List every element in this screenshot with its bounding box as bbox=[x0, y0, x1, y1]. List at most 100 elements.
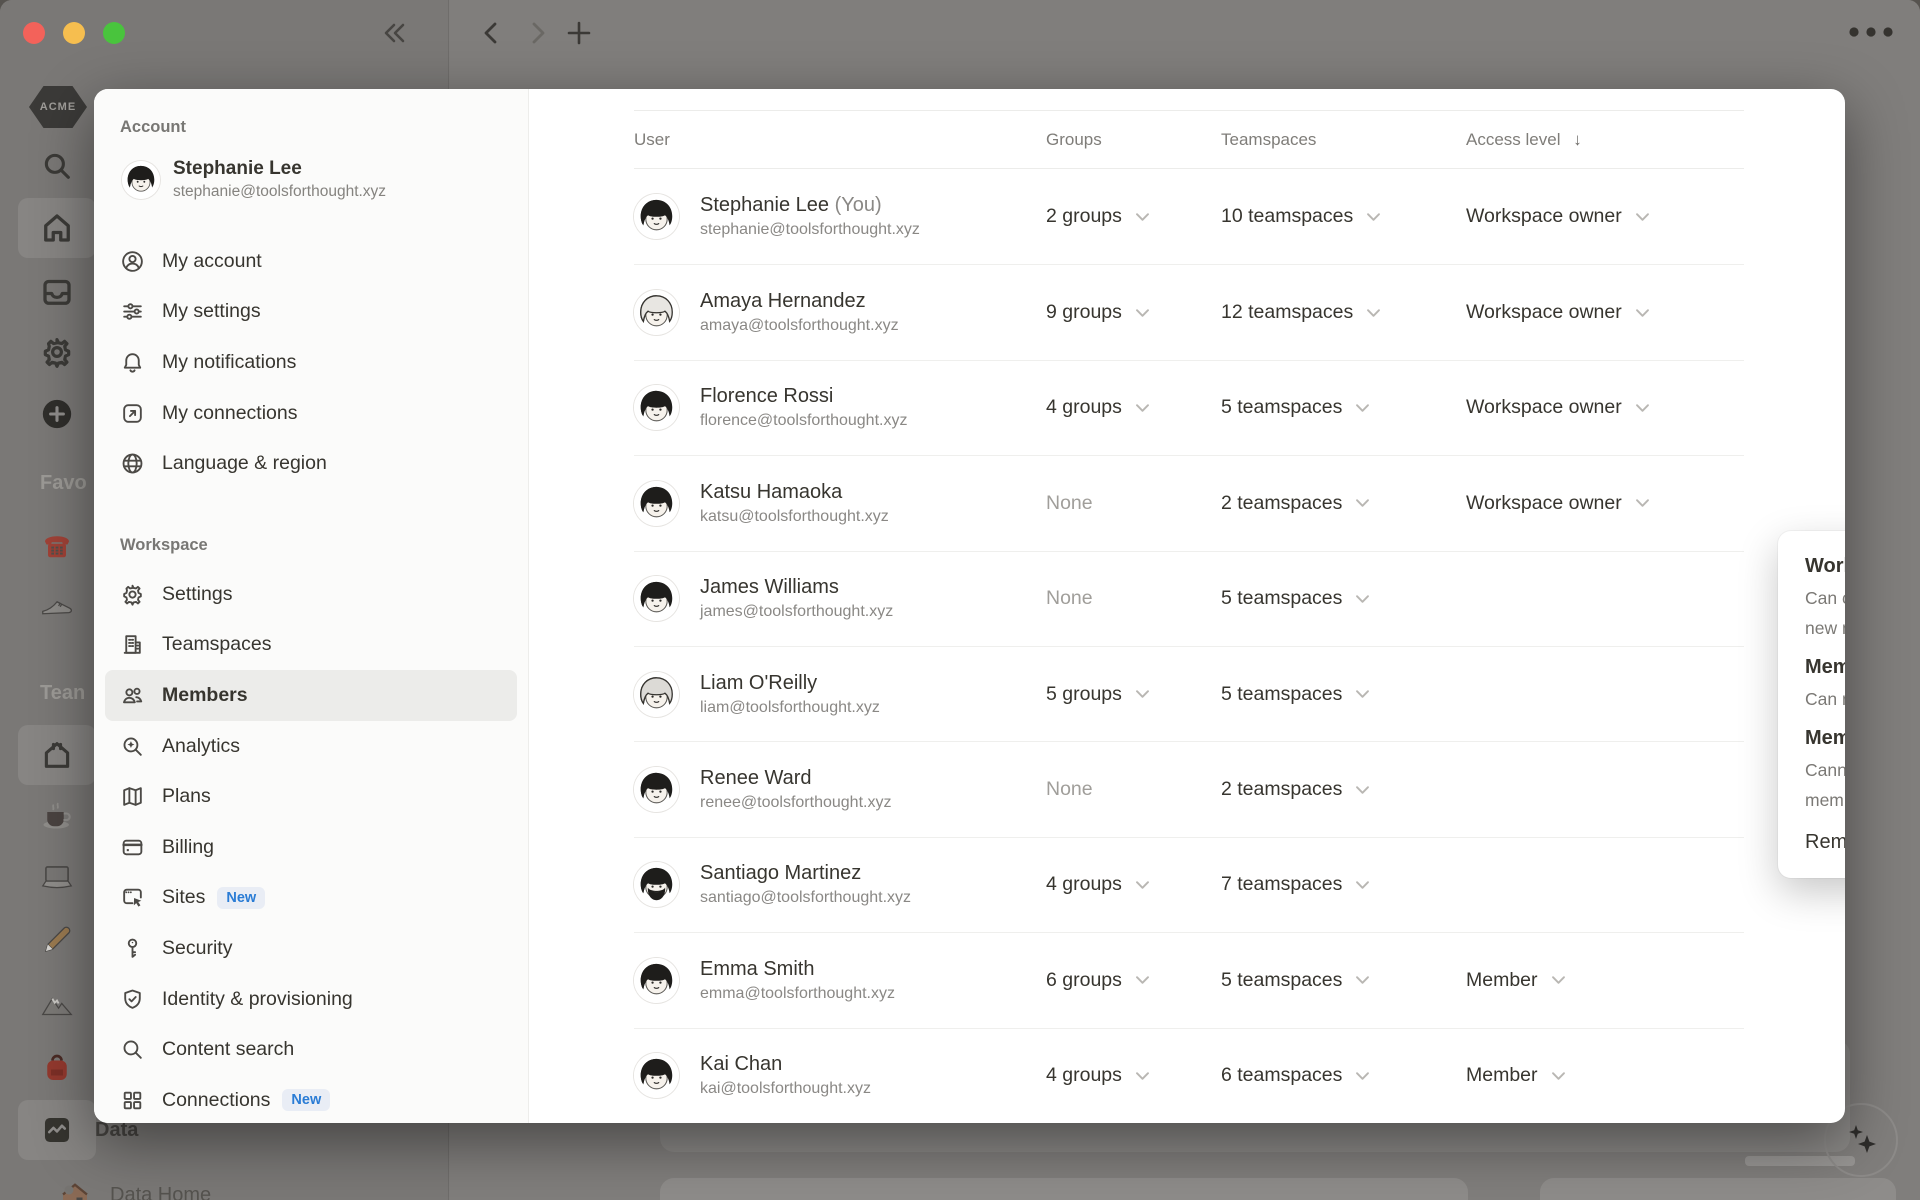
teamspaces-dropdown[interactable]: 5 teamspaces bbox=[1221, 683, 1370, 706]
teamspaces-dropdown[interactable]: 2 teamspaces bbox=[1221, 778, 1370, 801]
sidebar-item-members[interactable]: Members bbox=[105, 670, 517, 721]
background-rail-icon[interactable] bbox=[40, 149, 74, 183]
access-level-dropdown[interactable]: Member bbox=[1466, 969, 1566, 992]
menu-option-membership-admin[interactable]: Membership admin Can manage workspace an… bbox=[1805, 656, 1845, 714]
groups-dropdown[interactable]: 4 groups bbox=[1046, 873, 1150, 896]
groups-cell: 9 groups bbox=[1046, 301, 1221, 324]
access-level-dropdown[interactable]: Workspace owner bbox=[1466, 396, 1650, 419]
teamspaces-dropdown[interactable]: 2 teamspaces bbox=[1221, 492, 1370, 515]
sidebar-item-label: Content search bbox=[162, 1038, 295, 1061]
access-level-dropdown[interactable]: Workspace owner bbox=[1466, 301, 1650, 324]
teamspaces-dropdown[interactable]: 6 teamspaces bbox=[1221, 1064, 1370, 1087]
user-cell: Kai Chan kai@toolsforthought.xyz bbox=[634, 1053, 1046, 1099]
current-user[interactable]: Stephanie Lee stephanie@toolsforthought.… bbox=[122, 158, 386, 201]
data-home-page-label[interactable]: Data Home bbox=[110, 1184, 211, 1200]
background-rail-icon[interactable] bbox=[38, 986, 76, 1024]
building-icon bbox=[120, 632, 145, 657]
more-menu-icon[interactable] bbox=[1848, 26, 1894, 38]
groups-dropdown[interactable]: 5 groups bbox=[1046, 683, 1150, 706]
teamspaces-dropdown[interactable]: 5 teamspaces bbox=[1221, 587, 1370, 610]
background-rail-icon[interactable] bbox=[39, 274, 75, 310]
sidebar-item-identity-provisioning[interactable]: Identity & provisioning bbox=[105, 974, 517, 1025]
member-name: Emma Smith bbox=[700, 957, 815, 980]
teamspaces-dropdown[interactable]: 5 teamspaces bbox=[1221, 969, 1370, 992]
groups-dropdown[interactable]: 6 groups bbox=[1046, 969, 1150, 992]
menu-option-member[interactable]: Member Cannot change workspace settings … bbox=[1805, 727, 1845, 815]
sidebar-item-sites[interactable]: Sites New bbox=[105, 873, 517, 924]
background-rail-icon[interactable] bbox=[38, 586, 76, 624]
column-header-access-level[interactable]: Access level ↓ bbox=[1466, 130, 1744, 150]
sidebar-item-my-account[interactable]: My account bbox=[105, 236, 517, 287]
background-rail-icon[interactable] bbox=[38, 859, 76, 897]
table-row: Liam O'Reilly liam@toolsforthought.xyz 5… bbox=[634, 645, 1744, 741]
sliders-icon bbox=[120, 299, 145, 324]
sidebar-item-connections[interactable]: Connections New bbox=[105, 1075, 517, 1123]
zoom-button[interactable] bbox=[103, 22, 125, 44]
sidebar-item-teamspaces[interactable]: Teamspaces bbox=[105, 620, 517, 671]
chevron-down-icon bbox=[1356, 595, 1370, 603]
column-header-groups[interactable]: Groups bbox=[1046, 130, 1221, 150]
sidebar-item-content-search[interactable]: Content search bbox=[105, 1024, 517, 1075]
sidebar-item-plans[interactable]: Plans bbox=[105, 771, 517, 822]
avatar bbox=[634, 767, 679, 813]
background-rail-icon[interactable] bbox=[40, 1113, 74, 1147]
background-card bbox=[660, 1178, 1468, 1200]
sidebar-item-my-connections[interactable]: My connections bbox=[105, 388, 517, 439]
user-email: stephanie@toolsforthought.xyz bbox=[173, 183, 387, 200]
background-rail-icon[interactable] bbox=[38, 921, 76, 959]
groups-dropdown[interactable]: 4 groups bbox=[1046, 396, 1150, 419]
sidebar-collapse-icon[interactable] bbox=[379, 18, 411, 48]
workspace-menu: Settings Teamspaces Members Analytics Pl… bbox=[94, 569, 528, 1123]
table-row: Kai Chan kai@toolsforthought.xyz 4 group… bbox=[634, 1027, 1744, 1123]
sidebar-item-my-settings[interactable]: My settings bbox=[105, 287, 517, 338]
background-rail-icon[interactable] bbox=[40, 397, 74, 431]
teamspaces-dropdown[interactable]: 7 teamspaces bbox=[1221, 873, 1370, 896]
access-level-dropdown[interactable]: Member bbox=[1466, 1064, 1566, 1087]
option-description: Can change workspace settings and invite… bbox=[1805, 588, 1845, 638]
new-tab-icon[interactable] bbox=[564, 18, 594, 48]
background-rail-icon[interactable] bbox=[39, 210, 75, 246]
groups-cell: 6 groups bbox=[1046, 969, 1221, 992]
sidebar-item-security[interactable]: Security bbox=[105, 923, 517, 974]
column-header-user[interactable]: User bbox=[634, 130, 1046, 150]
groups-dropdown[interactable]: 4 groups bbox=[1046, 1064, 1150, 1087]
sidebar-item-settings[interactable]: Settings bbox=[105, 569, 517, 620]
avatar bbox=[634, 480, 679, 526]
back-icon[interactable] bbox=[478, 18, 504, 48]
close-button[interactable] bbox=[23, 22, 45, 44]
option-title: Member bbox=[1805, 727, 1845, 749]
groups-dropdown[interactable]: 2 groups bbox=[1046, 205, 1150, 228]
settings-sidebar: Account Stephanie Lee stephanie@toolsfor… bbox=[94, 89, 529, 1123]
chevron-down-icon bbox=[1356, 404, 1370, 412]
background-rail-icon[interactable] bbox=[39, 1050, 75, 1086]
teamspaces-dropdown[interactable]: 10 teamspaces bbox=[1221, 205, 1381, 228]
sidebar-item-my-notifications[interactable]: My notifications bbox=[105, 337, 517, 388]
column-header-teamspaces[interactable]: Teamspaces bbox=[1221, 130, 1466, 150]
teamspaces-dropdown[interactable]: 5 teamspaces bbox=[1221, 396, 1370, 419]
sidebar-item-language-region[interactable]: Language & region bbox=[105, 438, 517, 489]
teamspaces-dropdown[interactable]: 12 teamspaces bbox=[1221, 301, 1381, 324]
new-badge: New bbox=[282, 1089, 331, 1112]
sidebar-item-analytics[interactable]: Analytics bbox=[105, 721, 517, 772]
sidebar-item-billing[interactable]: Billing bbox=[105, 822, 517, 873]
minimize-button[interactable] bbox=[63, 22, 85, 44]
background-rail-icon[interactable] bbox=[40, 738, 74, 772]
background-rail-icon[interactable] bbox=[39, 528, 75, 564]
member-name: Amaya Hernandez bbox=[700, 290, 866, 313]
menu-option-workspace-owner[interactable]: Workspace owner Can change workspace set… bbox=[1805, 555, 1845, 643]
access-level-dropdown[interactable]: Workspace owner bbox=[1466, 492, 1650, 515]
groups-dropdown[interactable]: 9 groups bbox=[1046, 301, 1150, 324]
table-body: Stephanie Lee (You) stephanie@toolsforth… bbox=[634, 169, 1744, 1123]
background-rail-icon[interactable] bbox=[39, 797, 75, 833]
chevron-down-icon bbox=[1551, 1071, 1565, 1080]
member-email: kai@toolsforthought.xyz bbox=[700, 1080, 871, 1098]
access-level-dropdown[interactable]: Workspace owner bbox=[1466, 205, 1650, 228]
background-rail-icon[interactable] bbox=[57, 1178, 93, 1200]
remove-from-workspace-option[interactable]: Remove from workspace bbox=[1805, 831, 1845, 854]
forward-icon[interactable] bbox=[525, 18, 551, 48]
background-rail-icon[interactable] bbox=[40, 335, 75, 370]
sidebar-item-label: Billing bbox=[162, 835, 215, 858]
table-row: Renee Ward renee@toolsforthought.xyz Non… bbox=[634, 741, 1744, 836]
sidebar-item-label: Plans bbox=[162, 785, 211, 808]
member-email: florence@toolsforthought.xyz bbox=[700, 412, 908, 430]
